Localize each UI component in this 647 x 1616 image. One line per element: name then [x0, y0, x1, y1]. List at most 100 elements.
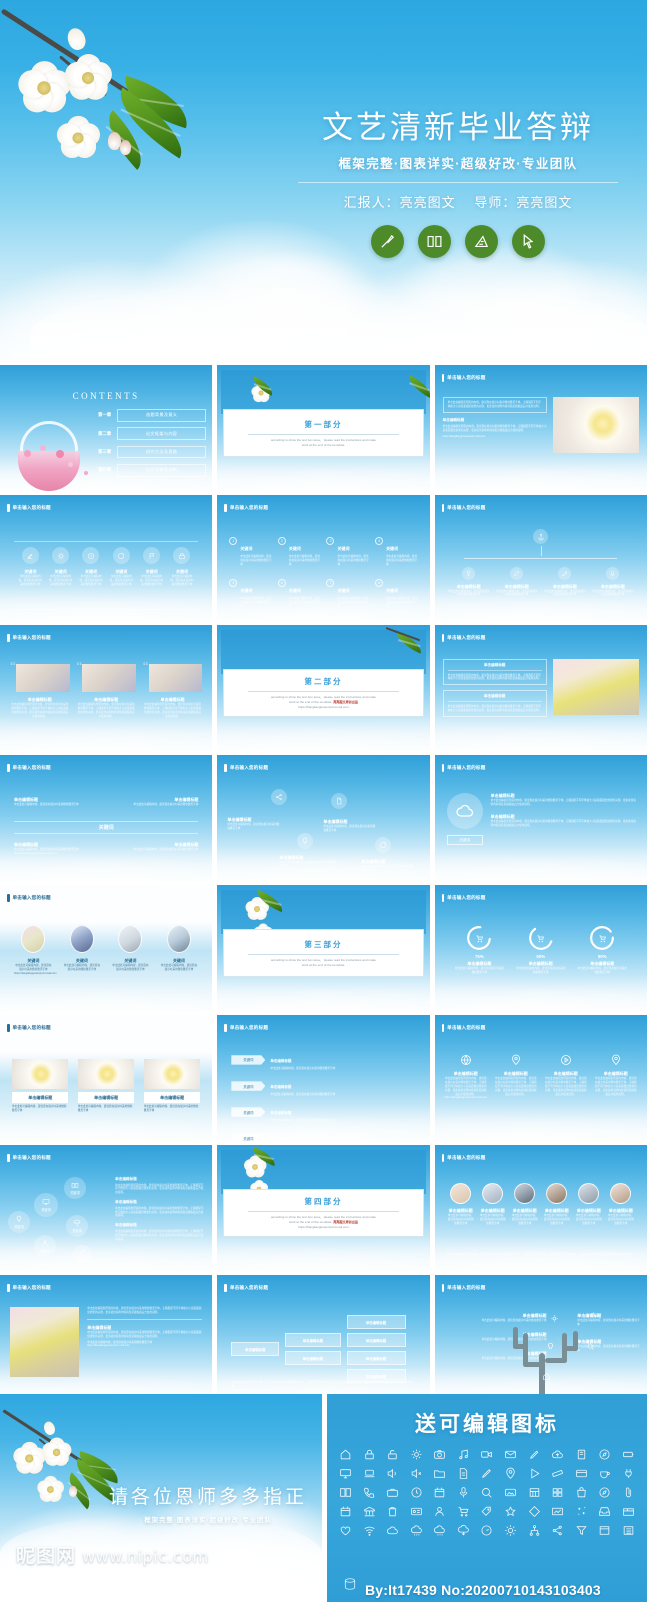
search-icon[interactable]	[476, 1486, 498, 1499]
list-item[interactable]: 单击编辑标题	[346, 1351, 406, 1365]
list-item[interactable]: 单击编辑标题单击此处可编辑内容，建议您在展示时采用微软雅黑字体	[125, 797, 198, 807]
list-icon[interactable]	[617, 1524, 639, 1537]
list-item[interactable]: “ 单击编辑标题 单击此处编辑您所需的内容，建议您在展示时采用微软雅黑字体，正确搭…	[143, 659, 203, 719]
laptop-icon[interactable]	[359, 1467, 381, 1480]
cloud-snow-icon[interactable]	[429, 1524, 451, 1537]
share-icon[interactable]	[547, 1524, 569, 1537]
frame-icon[interactable]	[594, 1524, 616, 1537]
layout-icon[interactable]	[547, 1486, 569, 1499]
list-item[interactable]: 第二章 论文框架与内容	[98, 427, 206, 441]
image-icon[interactable]	[500, 1486, 522, 1499]
list-item[interactable]: 6 关键词 单击此处可编辑内容，建议您在展示时采用微软雅黑字体	[277, 578, 321, 609]
list-item[interactable]: 关键词 单击此处可编辑内容，建议您在展示时采用微软雅黑字体	[109, 547, 134, 587]
slide-icon-columns[interactable]: 单击输入您的标题 单击编辑标题 单击此处编辑您所需的内容，建议您在展示时采用微软雅…	[434, 1015, 647, 1141]
slide-thank-you[interactable]: 请各位恩师多多指正 框架完整·图表详实·超级好改·专业团队 昵图网 www.ni…	[0, 1394, 322, 1574]
list-item[interactable]: 单击编辑标题单击此处可编辑内容，建议您在展示时采用微软雅黑字体	[14, 797, 88, 807]
home-icon[interactable]	[335, 1448, 357, 1461]
ruler-icon[interactable]	[547, 1467, 569, 1480]
id-icon[interactable]	[406, 1505, 428, 1518]
slide-arrow-list[interactable]: 单击输入您的标题 关键词 单击编辑标题 单击此处可编辑内容，建议您在展示时采用微软雅…	[217, 1015, 430, 1141]
cloud-rain-icon[interactable]	[406, 1524, 428, 1537]
slide-bubble-cluster[interactable]: 单击输入您的标题 关键词 关键词 关键词 关键词 关键词 关键词 单击编辑标题单…	[0, 1145, 213, 1271]
slide-cloud-feature[interactable]: 单击输入您的标题 关键词 单击编辑标题 单击此处编辑您所需的内容，建议您在展示时采…	[434, 755, 647, 881]
ruler-icon[interactable]	[465, 224, 498, 258]
list-item[interactable]: 8 关键词 单击此处可编辑内容，建议您在展示时采用微软雅黑字体	[375, 578, 418, 609]
list-item[interactable]: 单击编辑标题 单击此处可编辑内容，建议您在展示时采用微软雅黑字体	[77, 1059, 135, 1113]
list-item[interactable]: 单击编辑标题 单击此处编辑您所需的内容，建议您在展示时采用微软雅黑字体，正确搭配不…	[545, 1053, 587, 1100]
list-item[interactable]: 关键词单击编辑标题单击此处可编辑内容，建议您在展示时采用微软雅黑字体	[231, 1101, 415, 1123]
slide-zigzag-flow[interactable]: 单击输入您的标题 单击编辑标题 单击此处可编辑内容，建议您在展示时采用微软雅黑字体…	[217, 755, 430, 881]
monitor-icon[interactable]: 关键词	[34, 1193, 58, 1217]
list-item[interactable]: 60% 单击编辑标题 单击此处可编辑内容，建议您在展示时采用微软雅黑字体	[515, 925, 567, 975]
list-item[interactable]: 单击编辑标题 单击此处编辑您所需的内容，建议您在展示时采用微软雅黑字体，正确搭配不…	[595, 1053, 637, 1100]
wifi-icon[interactable]	[359, 1524, 381, 1537]
cloud-upload-icon[interactable]	[547, 1448, 569, 1461]
grid-icon[interactable]	[523, 1486, 545, 1499]
list-item[interactable]: 关键词 单击此处可编辑内容，建议您在展示时采用微软雅黑字体	[63, 925, 102, 976]
clock-dial-icon[interactable]	[476, 1524, 498, 1537]
list-item[interactable]: 单击编辑标题单击此处可编辑内容，建议您在展示时采用微软雅黑字体	[607, 1183, 635, 1226]
slide-image-text-panel[interactable]: 单击输入您的标题 单击此处编辑您所需的内容，建议您在展示时采用微软雅黑字体，正确…	[0, 1275, 213, 1401]
list-item[interactable]: 单击编辑标题单击此处可编辑内容，建议您在展示时采用微软雅黑字体	[279, 855, 337, 869]
diamond-icon[interactable]	[523, 1505, 545, 1518]
list-item[interactable]: 单击编辑标题 单击此处编辑您所需的内容，建议您在展示时采用微软雅黑字体，正确搭配不…	[495, 1053, 537, 1100]
list-item[interactable]: 关键词 单击此处可编辑内容，建议您在展示时采用微软雅黑字体 https://li…	[14, 925, 57, 976]
document-icon[interactable]	[453, 1467, 475, 1480]
battery-icon[interactable]	[617, 1448, 639, 1461]
list-item[interactable]: 单击编辑标题单击此处可编辑内容，建议您在展示时采用微软雅黑字体	[227, 817, 281, 831]
list-item[interactable]: 7 关键词 单击此处可编辑内容，建议您在展示时采用微软雅黑字体	[326, 578, 369, 609]
slide-contents[interactable]: CONTENTS 第一章 选题背景及意义 第二章 论文框架与内容 第三章 研究方…	[0, 365, 213, 491]
plug-icon[interactable]	[617, 1467, 639, 1480]
list-item[interactable]: 单击编辑标题单击此处可编辑内容，建议您在展示时采用微软雅黑字体	[544, 566, 586, 598]
list-item[interactable]: 单击编辑标题 单击此处可编辑内容，建议您在展示时采用微软雅黑字体 https://l…	[14, 842, 88, 856]
box-icon[interactable]	[617, 1505, 639, 1518]
list-item[interactable]: 关键词 单击此处可编辑内容，建议您在展示时采用微软雅黑字体	[170, 547, 195, 587]
list-item[interactable]: 1 关键词 单击此处可编辑内容，建议您在展示时采用微软雅黑字体	[229, 537, 272, 567]
compass-icon[interactable]	[594, 1448, 616, 1461]
trash-icon[interactable]	[382, 1505, 404, 1518]
volume-icon[interactable]	[406, 1467, 428, 1480]
slide-circular-photos[interactable]: 单击输入您的标题 关键词 单击此处可编辑内容，建议您在展示时采用微软雅黑字体 h…	[0, 885, 213, 1011]
list-item[interactable]: 单击编辑标题 单击此处可编辑内容，建议您在展示时采用微软雅黑字体	[143, 1059, 201, 1113]
compass-icon[interactable]	[594, 1486, 616, 1499]
list-item[interactable]: 2 关键词 单击此处可编辑内容，建议您在展示时采用微软雅黑字体	[277, 537, 321, 567]
slide-text-with-image-2[interactable]: 单击输入您的标题 单击编辑标题 单击此处编辑您所需的内容，建议您在展示时采用微软…	[434, 625, 647, 751]
list-item[interactable]: 单击编辑标题	[231, 1342, 280, 1356]
share-node-icon[interactable]	[523, 1524, 545, 1537]
slide-icon-row[interactable]: 单击输入您的标题 关键词 单击此处可编辑内容，建议您在展示时采用微软雅黑字体 关键…	[0, 495, 213, 621]
list-item[interactable]: “ 单击编辑标题 单击此处编辑您所需的内容，建议您在展示时采用微软雅黑字体，正确搭…	[10, 659, 70, 719]
list-item[interactable]: 单击编辑标题	[285, 1351, 341, 1365]
card-icon[interactable]	[570, 1467, 592, 1480]
bulb-icon[interactable]: 关键词	[8, 1211, 30, 1233]
slide-team-photos[interactable]: 单击输入您的标题 单击编辑标题 单击此处可编辑内容，建议您在展示时采用微软雅黑字体…	[434, 1145, 647, 1271]
list-item[interactable]: 单击编辑标题 单击此处编辑您所需的内容，建议您在展示时采用微软雅黑字体，正确搭配不…	[115, 1177, 204, 1195]
slide-numbered-grid[interactable]: 单击输入您的标题 1 关键词 单击此处可编辑内容，建议您在展示时采用微软雅黑字体 2…	[217, 495, 430, 621]
mail-icon[interactable]	[500, 1448, 522, 1461]
list-item[interactable]: 单击编辑标题单击此处可编辑内容，建议您在展示时采用微软雅黑字体	[575, 1183, 603, 1226]
clock-icon[interactable]	[406, 1486, 428, 1499]
list-item[interactable]: 单击编辑标题单击此处可编辑内容，建议您在展示时采用微软雅黑字体	[511, 1183, 539, 1226]
list-item[interactable]: 关键词 单击此处可编辑内容，建议您在展示时采用微软雅黑字体	[79, 547, 104, 587]
list-item[interactable]: 关键词单击编辑标题单击此处可编辑内容，建议您在展示时采用微软雅黑字体	[231, 1075, 415, 1097]
chart-icon[interactable]	[547, 1505, 569, 1518]
list-item[interactable]: 单击编辑标题单击此处可编辑内容，建议您在展示时采用微软雅黑字体	[361, 859, 415, 873]
slide-section-divider-1[interactable]: 第一部分 according to show the text box area…	[217, 365, 430, 491]
cloud-down-icon[interactable]	[453, 1524, 475, 1537]
brush-icon[interactable]: 关键词	[72, 1245, 92, 1265]
cloud-icon[interactable]	[382, 1524, 404, 1537]
brush-icon[interactable]	[371, 224, 404, 258]
mic-icon[interactable]	[453, 1486, 475, 1499]
folder-icon[interactable]	[429, 1467, 451, 1480]
monitor-icon[interactable]	[335, 1467, 357, 1480]
list-item[interactable]: 单击编辑标题	[346, 1333, 406, 1347]
list-item[interactable]: 单击编辑标题单击此处可编辑内容，建议您在展示时采用微软雅黑字体	[323, 819, 377, 833]
list-item[interactable]: 单击编辑标题 单击此处编辑您所需的内容，建议您在展示时采用微软雅黑字体，正确搭配不…	[445, 1053, 487, 1100]
pin-icon[interactable]	[500, 1467, 522, 1480]
person-icon[interactable]: 关键词	[34, 1235, 56, 1257]
slide-keyword-diagram[interactable]: 单击输入您的标题 单击编辑标题 单击此处可编辑内容，建议您在展示时采用微软雅黑字体…	[0, 755, 213, 881]
list-item[interactable]: 单击编辑标题单击此处可编辑内容，建议您在展示时采用微软雅黑字体	[448, 566, 490, 598]
list-item[interactable]: 75% 单击编辑标题 单击此处可编辑内容，建议您在展示时采用微软雅黑字体	[454, 925, 506, 975]
heart-icon[interactable]	[335, 1524, 357, 1537]
bag-icon[interactable]	[570, 1486, 592, 1499]
slide-tree-diagram[interactable]: 单击输入您的标题 单击编辑标题 单击编辑标题 单击编辑标题 单击编辑标题 单击编…	[217, 1275, 430, 1401]
